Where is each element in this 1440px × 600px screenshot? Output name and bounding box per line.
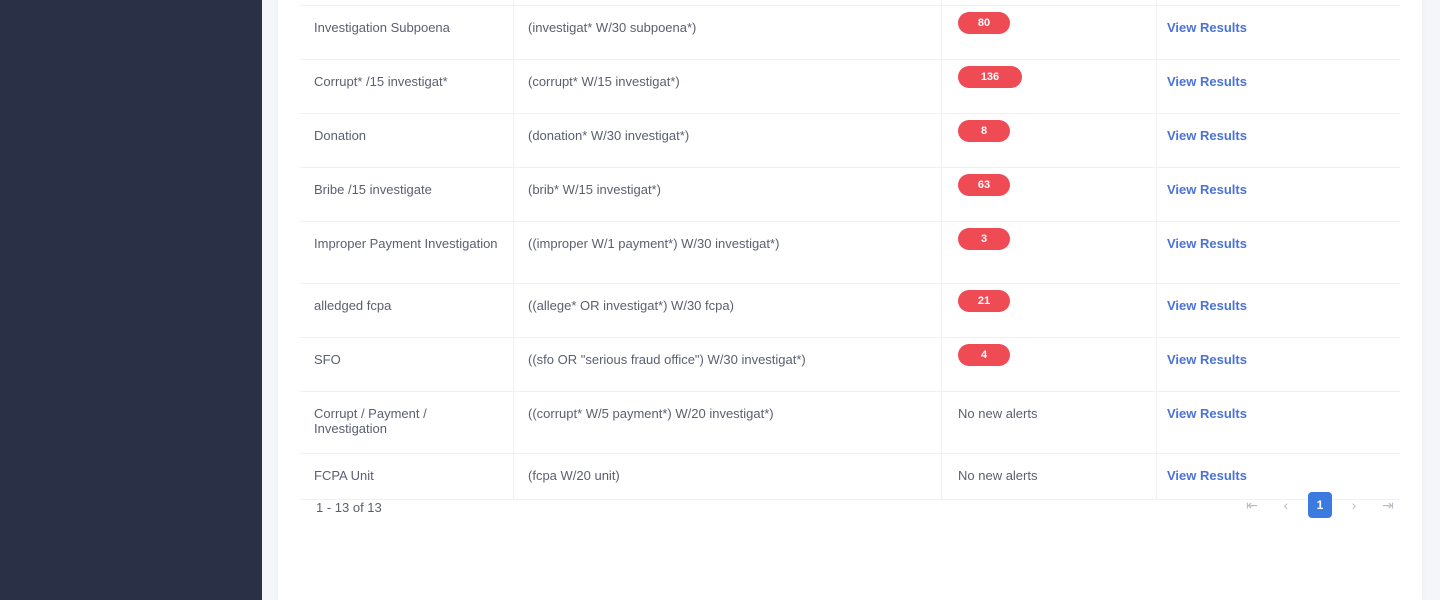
table-footer: 1 - 13 of 13 ⇤ ‹ 1 › ⇥	[300, 492, 1400, 538]
action-cell: View Results	[1157, 60, 1400, 113]
alerts-table: Investigation Subpoena (investigat* W/30 …	[300, 0, 1400, 500]
no-alerts-text: No new alerts	[958, 406, 1038, 421]
alerts-count-cell: 4	[942, 338, 1157, 391]
new-alerts-badge: 136	[958, 66, 1022, 88]
new-alerts-badge: 21	[958, 290, 1010, 312]
new-alerts-badge: 63	[958, 174, 1010, 196]
main-content: Investigation Subpoena (investigat* W/30 …	[262, 0, 1440, 600]
alert-name-cell: FCPA Unit	[300, 454, 514, 499]
alerts-count-cell: 136	[942, 60, 1157, 113]
alert-name-cell: Investigation Subpoena	[300, 6, 514, 59]
view-results-link[interactable]: View Results	[1167, 128, 1247, 143]
pagination: ⇤ ‹ 1 › ⇥	[1240, 492, 1400, 518]
action-cell	[1157, 0, 1400, 5]
alert-query-cell: (corrupt* W/15 investigat*)	[514, 60, 942, 113]
action-cell: View Results	[1157, 168, 1400, 221]
table-row: Donation (donation* W/30 investigat*) 8 Vie…	[300, 114, 1400, 168]
alert-name-cell: Corrupt / Payment / Investigation	[300, 392, 514, 453]
last-page-icon[interactable]: ⇥	[1376, 492, 1400, 518]
table-row: Bribe /15 investigate (brib* W/15 investi…	[300, 168, 1400, 222]
next-page-icon[interactable]: ›	[1342, 492, 1366, 518]
alerts-count-cell: 21	[942, 284, 1157, 337]
alerts-count-cell	[942, 0, 1157, 5]
alert-query-cell: (investigat* W/30 subpoena*)	[514, 6, 942, 59]
table-row: Improper Payment Investigation ((improper…	[300, 222, 1400, 284]
view-results-link[interactable]: View Results	[1167, 74, 1247, 89]
pagination-range: 1 - 13 of 13	[316, 500, 382, 515]
alert-name-cell	[300, 0, 514, 5]
view-results-link[interactable]: View Results	[1167, 20, 1247, 35]
alert-name-cell: Donation	[300, 114, 514, 167]
table-row: Investigation Subpoena (investigat* W/30 …	[300, 6, 1400, 60]
new-alerts-badge: 3	[958, 228, 1010, 250]
new-alerts-badge: 80	[958, 12, 1010, 34]
action-cell: View Results	[1157, 338, 1400, 391]
view-results-link[interactable]: View Results	[1167, 182, 1247, 197]
table-row: SFO ((sfo OR "serious fraud office") W/30…	[300, 338, 1400, 392]
action-cell: View Results	[1157, 6, 1400, 59]
alert-query-cell: ((improper W/1 payment*) W/30 investigat…	[514, 222, 942, 283]
alert-query-cell: ((allege* OR investigat*) W/30 fcpa)	[514, 284, 942, 337]
alert-query-cell: (donation* W/30 investigat*)	[514, 114, 942, 167]
alert-name-cell: Improper Payment Investigation	[300, 222, 514, 283]
alerts-card: Investigation Subpoena (investigat* W/30 …	[278, 0, 1422, 600]
table-row: alledged fcpa ((allege* OR investigat*) W…	[300, 284, 1400, 338]
alert-query-cell: ((corrupt* W/5 payment*) W/20 investigat…	[514, 392, 942, 453]
view-results-link[interactable]: View Results	[1167, 236, 1247, 251]
new-alerts-badge: 4	[958, 344, 1010, 366]
view-results-link[interactable]: View Results	[1167, 352, 1247, 367]
view-results-link[interactable]: View Results	[1167, 406, 1247, 421]
alerts-count-cell: 8	[942, 114, 1157, 167]
alerts-count-cell: No new alerts	[942, 454, 1157, 499]
table-row: Corrupt* /15 investigat* (corrupt* W/15 i…	[300, 60, 1400, 114]
alert-name-cell: Corrupt* /15 investigat*	[300, 60, 514, 113]
view-results-link[interactable]: View Results	[1167, 298, 1247, 313]
alerts-count-cell: 63	[942, 168, 1157, 221]
alert-query-cell: (fcpa W/20 unit)	[514, 454, 942, 499]
new-alerts-badge: 8	[958, 120, 1010, 142]
sidebar	[0, 0, 262, 600]
alert-name-cell: SFO	[300, 338, 514, 391]
alert-name-cell: alledged fcpa	[300, 284, 514, 337]
alert-query-cell: (brib* W/15 investigat*)	[514, 168, 942, 221]
alerts-count-cell: 80	[942, 6, 1157, 59]
action-cell: View Results	[1157, 284, 1400, 337]
page-button-current[interactable]: 1	[1308, 492, 1332, 518]
alert-query-cell: ((sfo OR "serious fraud office") W/30 in…	[514, 338, 942, 391]
first-page-icon[interactable]: ⇤	[1240, 492, 1264, 518]
action-cell: View Results	[1157, 392, 1400, 453]
table-row: FCPA Unit (fcpa W/20 unit) No new alerts Vi…	[300, 454, 1400, 500]
action-cell: View Results	[1157, 114, 1400, 167]
prev-page-icon[interactable]: ‹	[1274, 492, 1298, 518]
alerts-count-cell: 3	[942, 222, 1157, 283]
alert-query-cell	[514, 0, 942, 5]
table-row: Corrupt / Payment / Investigation ((corru…	[300, 392, 1400, 454]
alerts-count-cell: No new alerts	[942, 392, 1157, 453]
view-results-link[interactable]: View Results	[1167, 468, 1247, 483]
alert-name-cell: Bribe /15 investigate	[300, 168, 514, 221]
no-alerts-text: No new alerts	[958, 468, 1038, 483]
action-cell: View Results	[1157, 222, 1400, 283]
